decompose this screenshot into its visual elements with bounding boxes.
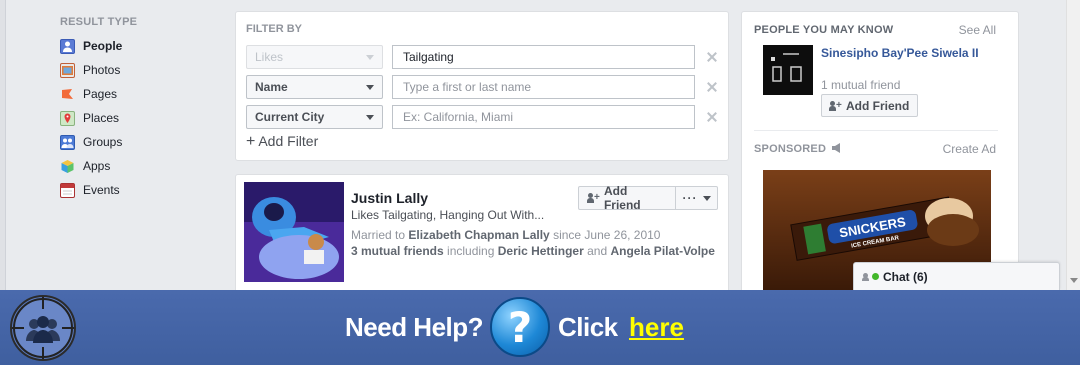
add-friend-button[interactable]: + Add Friend	[578, 184, 676, 212]
filter-type-label: Current City	[255, 110, 325, 124]
remove-filter-icon[interactable]	[707, 112, 717, 122]
nav-item-places[interactable]: Places	[60, 106, 210, 130]
filter-row-city: Current City	[246, 105, 717, 129]
add-friend-icon: +	[587, 193, 600, 203]
nav-item-label: Photos	[83, 63, 121, 77]
spouse-link[interactable]: Elizabeth Chapman Lally	[408, 228, 549, 242]
groups-icon	[60, 134, 75, 150]
pymk-name-link[interactable]: Sinesipho Bay'Pee Siwela II	[821, 46, 981, 61]
filter-row-name: Name	[246, 75, 717, 99]
filter-type-select[interactable]: Likes	[246, 45, 383, 69]
question-mark-icon: ?	[490, 297, 550, 357]
sponsored-title: SPONSORED	[754, 143, 842, 155]
caret-down-icon	[366, 54, 374, 60]
result-type-title: RESULT TYPE	[60, 16, 138, 28]
caret-down-icon	[366, 84, 374, 90]
page-scrollbar[interactable]	[1066, 0, 1080, 290]
help-here-link[interactable]: here	[629, 312, 684, 343]
nav-item-people[interactable]: People	[60, 34, 210, 58]
caret-down-icon	[702, 195, 711, 201]
nav-item-pages[interactable]: Pages	[60, 82, 210, 106]
filter-card: FILTER BY Likes Name Current City +Add F…	[235, 11, 729, 161]
photos-icon	[60, 62, 75, 78]
nav-item-label: Pages	[83, 87, 118, 101]
filter-value-input[interactable]	[392, 45, 695, 69]
name-filter-input[interactable]	[392, 75, 695, 99]
add-filter-button[interactable]: + Add Filter	[246, 133, 318, 151]
more-dots-icon: ···	[682, 191, 698, 205]
right-column-card: PEOPLE YOU MAY KNOW See All Sinesipho Ba…	[741, 11, 1019, 301]
mutual-mid-text: including	[443, 244, 498, 258]
nav-item-photos[interactable]: Photos	[60, 58, 210, 82]
help-banner: Need Help? ? Click here	[0, 290, 1080, 365]
remove-filter-icon[interactable]	[707, 82, 717, 92]
pages-flag-icon	[60, 87, 75, 102]
filter-type-label: Likes	[255, 50, 284, 64]
remove-filter-icon[interactable]	[707, 52, 717, 62]
nav-item-label: Apps	[83, 159, 111, 173]
result-name[interactable]: Justin Lally	[351, 190, 428, 206]
filter-title: FILTER BY	[246, 23, 303, 35]
create-ad-link[interactable]: Create Ad	[943, 142, 996, 156]
chat-label: Chat (6)	[883, 269, 928, 284]
nav-item-groups[interactable]: Groups	[60, 130, 210, 154]
profile-photo[interactable]	[244, 182, 344, 282]
see-all-link[interactable]: See All	[959, 23, 996, 37]
city-filter-input[interactable]	[392, 105, 695, 129]
mutual-count-link[interactable]: 3 mutual friends	[351, 244, 444, 258]
nav-item-events[interactable]: Events	[60, 178, 210, 202]
search-result-card: Justin Lally Likes Tailgating, Hanging O…	[235, 174, 729, 294]
places-pin-icon	[60, 110, 75, 126]
left-edge-strip	[0, 0, 6, 290]
question-mark-glyph: ?	[507, 302, 533, 352]
pymk-photo[interactable]	[763, 45, 813, 95]
sponsored-label: SPONSORED	[754, 143, 827, 155]
mutual-and-text: and	[583, 244, 611, 258]
result-mutual-friends: 3 mutual friends including Deric Hetting…	[351, 244, 715, 258]
result-type-nav: RESULT TYPE People Photos Pages Places G…	[60, 16, 210, 202]
person-icon	[862, 272, 869, 281]
mutual-friend-link[interactable]: Angela Pilat-Volpe	[610, 244, 714, 258]
nav-item-apps[interactable]: Apps	[60, 154, 210, 178]
more-options-button[interactable]: ···	[676, 186, 718, 210]
divider	[754, 130, 998, 131]
pymk-add-friend-button[interactable]: + Add Friend	[821, 94, 918, 117]
result-relationship: Married to Elizabeth Chapman Lally since…	[351, 228, 660, 242]
add-filter-label: Add Filter	[258, 133, 319, 149]
people-crosshair-logo-icon	[10, 295, 76, 361]
click-text: Click	[558, 312, 618, 342]
need-help-text: Need Help?	[345, 312, 484, 342]
filter-type-select[interactable]: Name	[246, 75, 383, 99]
mutual-friend-link[interactable]: Deric Hettinger	[498, 244, 584, 258]
online-status-dot	[872, 273, 879, 280]
caret-down-icon	[366, 114, 374, 120]
filter-row-likes: Likes	[246, 45, 717, 69]
events-calendar-icon	[60, 182, 75, 198]
nav-item-label: Events	[83, 183, 120, 197]
pymk-title: PEOPLE YOU MAY KNOW	[754, 24, 894, 36]
apps-cube-icon	[60, 159, 75, 174]
people-icon	[60, 38, 75, 54]
pymk-add-friend-label: Add Friend	[846, 98, 910, 113]
add-friend-label: Add Friend	[603, 184, 641, 212]
pymk-mutual-friends[interactable]: 1 mutual friend	[821, 78, 900, 92]
filter-type-label: Name	[255, 80, 288, 94]
filter-type-select[interactable]: Current City	[246, 105, 383, 129]
nav-item-label: People	[83, 39, 123, 53]
relationship-prefix: Married to	[351, 228, 409, 242]
relationship-suffix: since June 26, 2010	[549, 228, 661, 242]
chat-bar[interactable]: Chat (6)	[853, 262, 1060, 290]
megaphone-icon	[832, 143, 841, 153]
nav-item-label: Places	[83, 111, 120, 125]
plus-icon: +	[246, 133, 256, 150]
result-likes: Likes Tailgating, Hanging Out With...	[351, 208, 545, 222]
add-friend-icon: +	[829, 100, 842, 111]
scroll-down-arrow-icon[interactable]	[1070, 278, 1078, 283]
nav-item-label: Groups	[83, 135, 123, 149]
